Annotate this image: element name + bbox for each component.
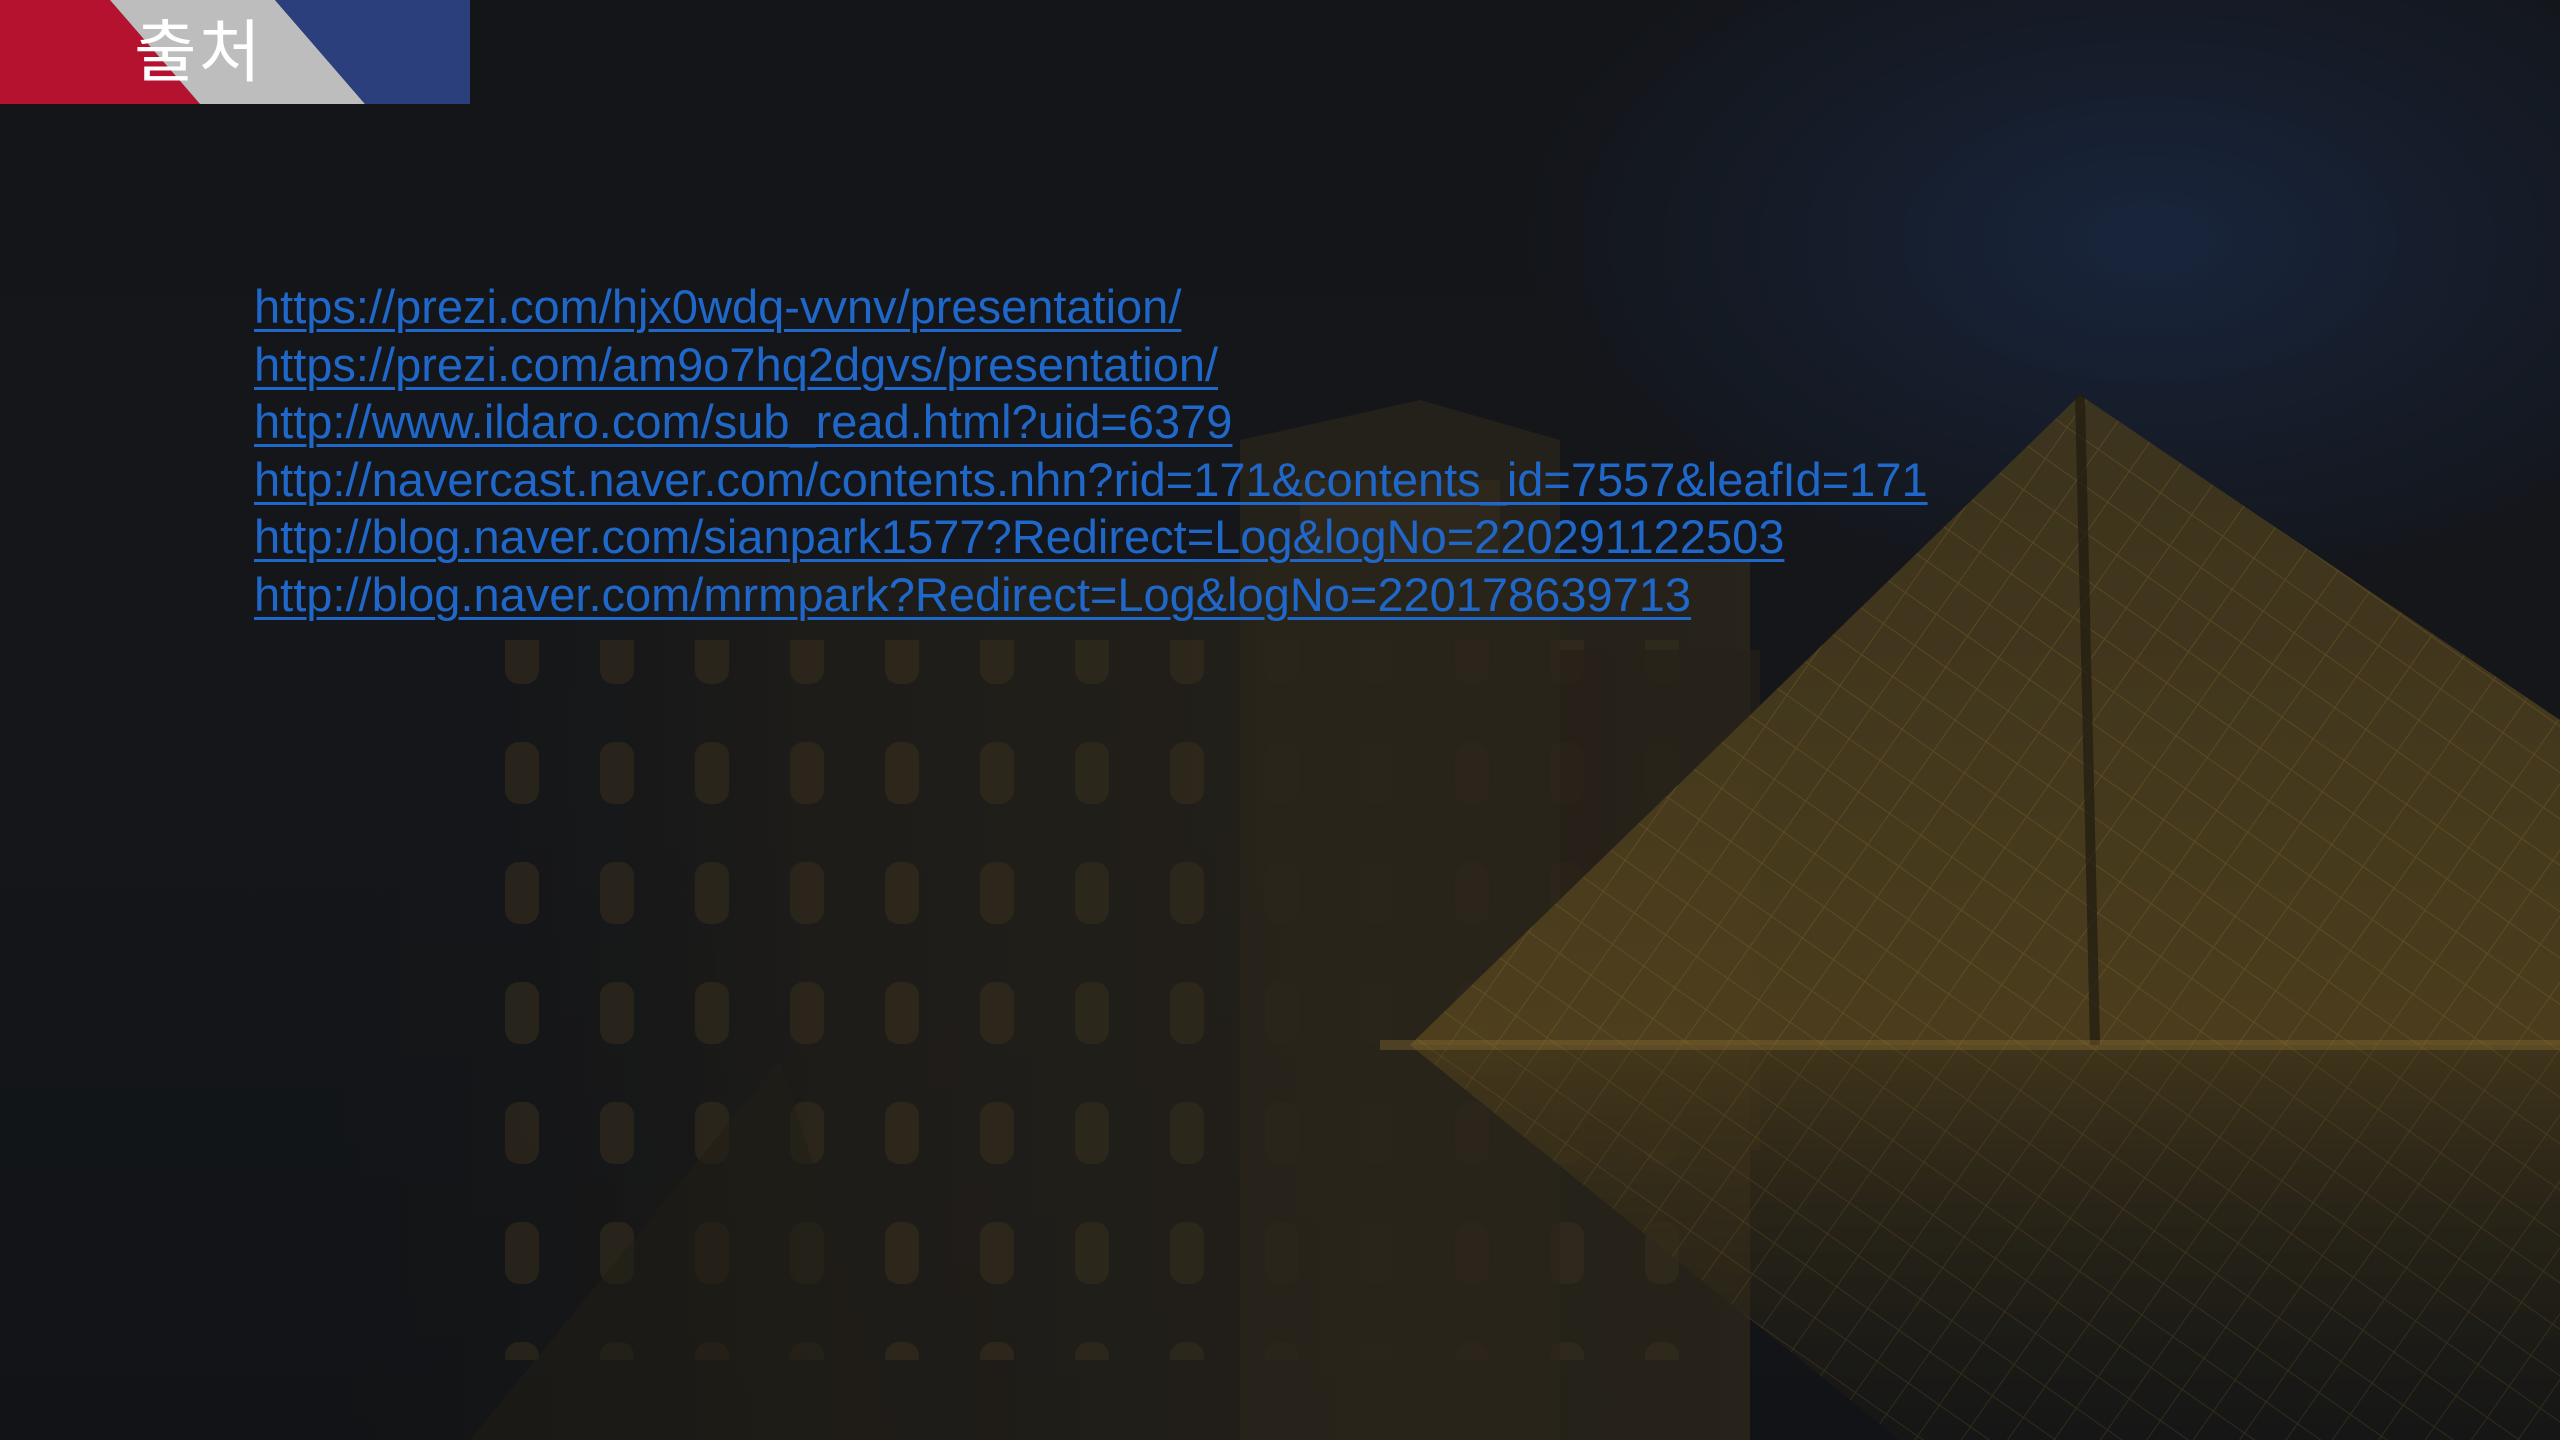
source-link[interactable]: http://blog.naver.com/mrmpark?Redirect=L… [254, 566, 2454, 624]
source-link[interactable]: http://blog.naver.com/sianpark1577?Redir… [254, 508, 2454, 566]
source-link[interactable]: https://prezi.com/am9o7hq2dgvs/presentat… [254, 336, 2454, 394]
source-links-list: https://prezi.com/hjx0wdq-vvnv/presentat… [254, 278, 2454, 624]
source-link[interactable]: https://prezi.com/hjx0wdq-vvnv/presentat… [254, 278, 2454, 336]
source-link[interactable]: http://www.ildaro.com/sub_read.html?uid=… [254, 393, 2454, 451]
louvre-pyramid-background-image [0, 0, 2560, 1440]
slide-title: 출처 [134, 14, 264, 93]
slide: 출처 https://prezi.com/hjx0wdq-vvnv/presen… [0, 0, 2560, 1440]
source-link[interactable]: http://navercast.naver.com/contents.nhn?… [254, 451, 2454, 509]
